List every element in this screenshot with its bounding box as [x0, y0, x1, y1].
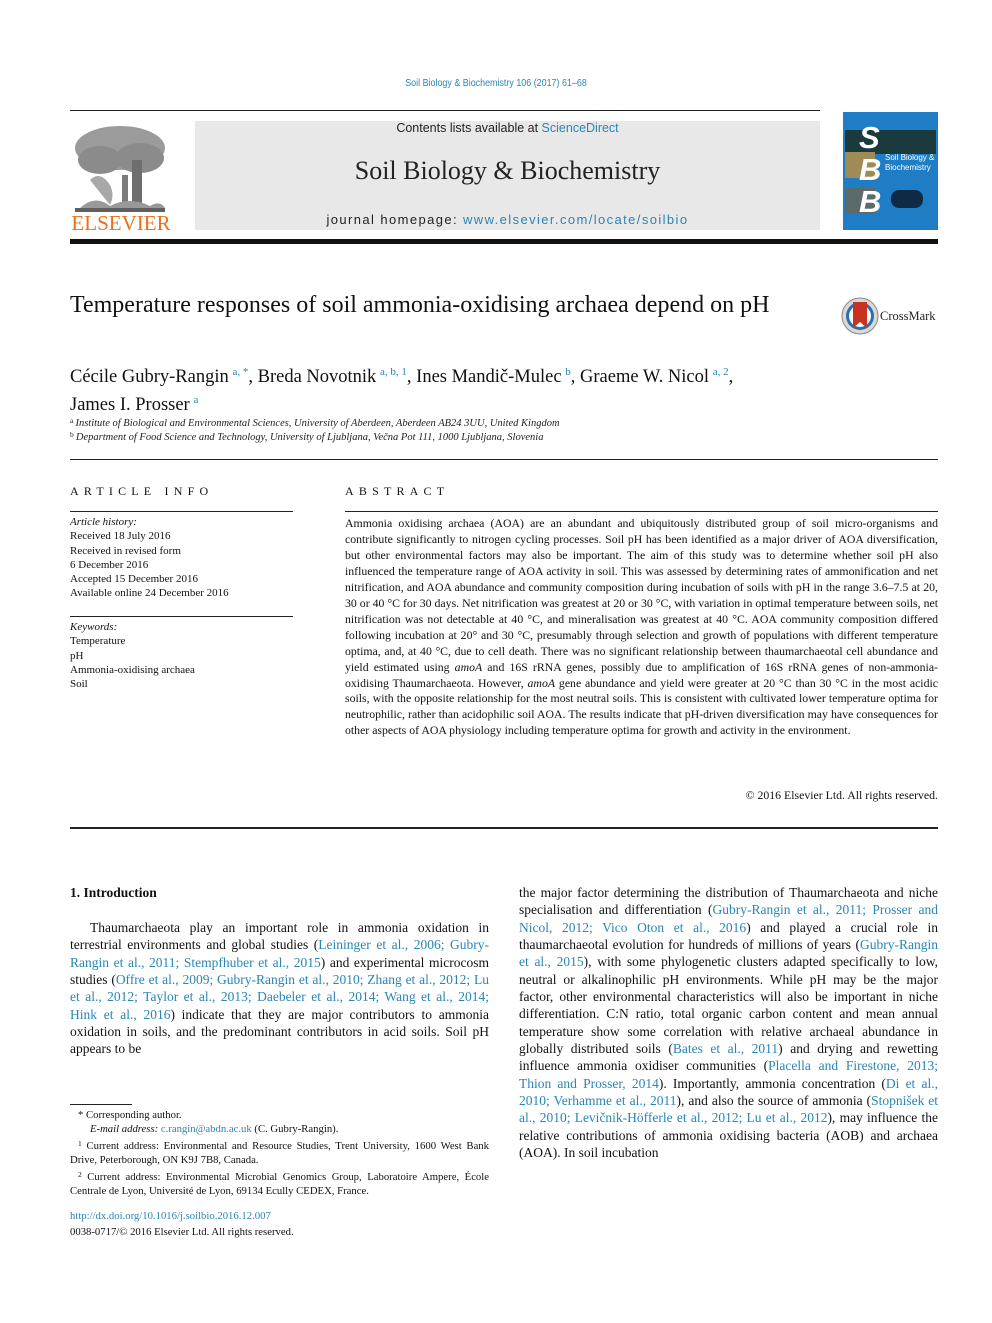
header-thick-rule: [70, 239, 938, 244]
footnotes: * Corresponding author. E-mail address: …: [70, 1108, 489, 1198]
author-separator: ,: [248, 367, 258, 387]
history-item: Available online 24 December 2016: [70, 587, 229, 600]
introduction-paragraph-continued: the major factor determining the distrib…: [519, 884, 938, 1162]
article-title: Temperature responses of soil ammonia-ox…: [70, 292, 770, 318]
cover-title-line2: Biochemistry: [885, 163, 931, 172]
elsevier-wordmark: ELSEVIER: [71, 211, 171, 235]
history-item: Received 18 July 2016: [70, 530, 171, 543]
homepage-prefix: journal homepage:: [326, 212, 463, 227]
article-info-rule: [70, 511, 293, 512]
author[interactable]: Breda Novotnik a, b, 1,: [258, 366, 417, 387]
crossmark-icon[interactable]: [840, 296, 880, 336]
introduction-paragraph: Thaumarchaeota play an important role in…: [70, 919, 489, 1058]
abstract-rule: [345, 511, 938, 512]
author-affiliation-marker[interactable]: a, 2: [713, 366, 729, 378]
citation-link[interactable]: Bates et al., 2011: [673, 1041, 778, 1056]
email-link[interactable]: c.rangin@abdn.ac.uk: [161, 1123, 252, 1135]
contents-line: Contents lists available at ScienceDirec…: [195, 121, 820, 135]
affiliation-text: Department of Food Science and Technolog…: [75, 432, 544, 443]
footnote-text: Current address: Environmental and Resou…: [70, 1139, 489, 1167]
history-item: Accepted 15 December 2016: [70, 573, 198, 586]
journal-title: Soil Biology & Biochemistry: [354, 156, 661, 185]
cover-title: Soil Biology & Biochemistry: [885, 153, 934, 173]
keyword: Soil: [70, 678, 88, 691]
header-top-rule: [70, 110, 820, 111]
keywords-label: Keywords:: [70, 621, 118, 633]
abstract-gene-name: amoA: [527, 675, 556, 690]
author-name[interactable]: James I. Prosser: [70, 395, 190, 415]
author-affiliation-marker[interactable]: a, *: [232, 366, 248, 378]
affiliation-text: Institute of Biological and Environmenta…: [75, 418, 560, 429]
journal-homepage-link[interactable]: www.elsevier.com/locate/soilbio: [463, 212, 688, 227]
keywords-rule: [70, 616, 293, 617]
cover-letter-s: S: [859, 120, 880, 155]
crossmark-label[interactable]: CrossMark: [880, 309, 936, 324]
author[interactable]: James I. Prosser a: [70, 394, 198, 415]
cover-photo-micro: [891, 190, 923, 208]
history-item: 6 December 2016: [70, 558, 149, 571]
footnote-1: 1 Current address: Environmental and Res…: [70, 1137, 489, 1168]
abstract-copyright: © 2016 Elsevier Ltd. All rights reserved…: [745, 788, 938, 802]
author[interactable]: Ines Mandič-Mulec b,: [416, 366, 581, 387]
introduction-right-column: the major factor determining the distrib…: [519, 884, 938, 1162]
article-history-label: Article history:: [70, 516, 137, 528]
author-separator: ,: [570, 367, 581, 387]
footnote-text: Corresponding author.: [86, 1109, 182, 1121]
author[interactable]: Graeme W. Nicol a, 2,: [580, 366, 734, 387]
footnote-2: 2 Current address: Environmental Microbi…: [70, 1168, 489, 1199]
abstract-segment: Ammonia oxidising archaea (AOA) are an a…: [345, 516, 938, 674]
abstract-heading: ABSTRACT: [345, 484, 450, 498]
author-name[interactable]: Ines Mandič-Mulec: [416, 367, 561, 387]
affiliation-a: a Institute of Biological and Environmen…: [70, 416, 560, 429]
history-item: Received in revised form: [70, 544, 181, 557]
affiliation-b: b Department of Food Science and Technol…: [70, 430, 543, 443]
footnote-marker: 2: [78, 1169, 82, 1179]
keyword: Temperature: [70, 635, 126, 648]
article-history: Article history: Received 18 July 2016 R…: [70, 515, 229, 601]
footnote-rule: [70, 1104, 132, 1105]
abstract-gene-name: amoA: [454, 659, 483, 674]
journal-homepage-line: journal homepage: www.elsevier.com/locat…: [195, 212, 820, 227]
cover-letter-b2: B: [859, 184, 882, 219]
author-list: Cécile Gubry-Rangin a, *, Breda Novotnik…: [70, 361, 870, 417]
sciencedirect-link[interactable]: ScienceDirect: [542, 121, 619, 135]
author[interactable]: Cécile Gubry-Rangin a, *,: [70, 366, 258, 387]
asterisk-marker: *: [78, 1109, 87, 1121]
abstract-text: Ammonia oxidising archaea (AOA) are an a…: [345, 516, 938, 739]
author-name[interactable]: Cécile Gubry-Rangin: [70, 367, 229, 387]
journal-cover-image: S B B Soil Biology & Biochemistry: [843, 112, 938, 230]
journal-citation-link[interactable]: Soil Biology & Biochemistry 106 (2017) 6…: [74, 77, 917, 89]
author-affiliation-marker[interactable]: a, b, 1: [380, 366, 407, 378]
author-name[interactable]: Breda Novotnik: [258, 367, 377, 387]
contents-prefix: Contents lists available at: [396, 121, 542, 135]
footnote-text: Current address: Environmental Microbial…: [70, 1170, 489, 1198]
introduction-left-column: Thaumarchaeota play an important role in…: [70, 919, 489, 1058]
affiliation-key: a: [70, 416, 74, 425]
keyword: Ammonia-oxidising archaea: [70, 663, 195, 676]
footnote-marker: 1: [78, 1138, 82, 1148]
email-label: E-mail address:: [90, 1123, 161, 1136]
body-text: ). Importantly, ammonia concentration (: [658, 1075, 886, 1091]
email-suffix: (C. Gubry-Rangin).: [251, 1123, 339, 1136]
affiliation-key: b: [70, 430, 74, 439]
issn-copyright: 0038-0717/© 2016 Elsevier Ltd. All right…: [70, 1226, 294, 1238]
author-separator: ,: [728, 367, 734, 387]
front-matter-rule: [70, 827, 938, 829]
introduction-heading: 1. Introduction: [70, 885, 157, 900]
author-affiliation-marker[interactable]: a: [193, 394, 198, 406]
article-info-heading: ARTICLE INFO: [70, 484, 214, 498]
keyword: pH: [70, 649, 84, 662]
affiliations-rule: [70, 459, 938, 460]
doi-link[interactable]: http://dx.doi.org/10.1016/j.soilbio.2016…: [70, 1210, 271, 1222]
cover-title-line1: Soil Biology &: [885, 153, 935, 162]
author-separator: ,: [406, 367, 417, 387]
footnote-email: E-mail address: c.rangin@abdn.ac.uk (C. …: [70, 1122, 489, 1136]
body-text: ), and also the source of ammonia (: [676, 1093, 872, 1109]
footnote-corresponding: * Corresponding author.: [70, 1108, 489, 1122]
cover-letter-b1: B: [859, 152, 882, 187]
author-name[interactable]: Graeme W. Nicol: [580, 367, 709, 387]
keywords: Keywords: Temperature pH Ammonia-oxidisi…: [70, 620, 195, 691]
